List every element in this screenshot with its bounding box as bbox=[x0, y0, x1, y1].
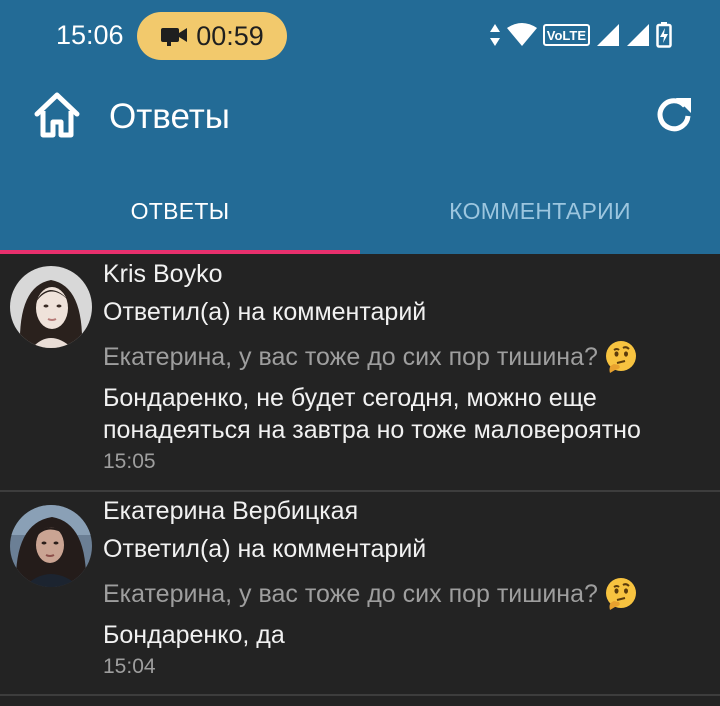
reply-text: Бондаренко, да bbox=[103, 621, 285, 649]
timestamp: 15:05 bbox=[103, 450, 156, 473]
reply-content: Kris Boyko Ответил(а) на комментарий Ека… bbox=[103, 259, 716, 474]
tab-replies[interactable]: ОТВЕТЫ bbox=[0, 168, 360, 254]
avatar[interactable] bbox=[10, 266, 92, 348]
volte-icon: VoLTE bbox=[542, 24, 590, 46]
signal-icon bbox=[627, 24, 649, 46]
list-item[interactable]: Екатерина Вербицкая Ответил(а) на коммен… bbox=[0, 492, 720, 696]
avatar-photo bbox=[10, 266, 92, 348]
thinking-face-emoji bbox=[605, 578, 636, 610]
reply-text: Бондаренко, не будет сегодня, можно еще … bbox=[103, 384, 641, 444]
author-name[interactable]: Kris Boyko bbox=[103, 259, 716, 289]
avatar[interactable] bbox=[10, 505, 92, 587]
thinking-face-emoji bbox=[605, 341, 636, 373]
battery-charging-icon bbox=[656, 22, 672, 48]
timestamp: 15:04 bbox=[103, 655, 156, 678]
status-time: 15:06 bbox=[56, 20, 124, 50]
app-bar: Ответы bbox=[0, 76, 720, 166]
replies-list: Kris Boyko Ответил(а) на комментарий Ека… bbox=[0, 254, 720, 696]
list-item[interactable]: Kris Boyko Ответил(а) на комментарий Ека… bbox=[0, 254, 720, 492]
wifi-icon bbox=[506, 23, 537, 46]
status-icons: VoLTE bbox=[489, 22, 672, 48]
avatar-photo bbox=[10, 505, 92, 587]
quoted-comment: Екатерина, у вас тоже до сих пор тишина? bbox=[103, 340, 716, 374]
home-icon[interactable] bbox=[32, 90, 82, 140]
signal-icon bbox=[597, 24, 619, 46]
refresh-icon[interactable] bbox=[654, 94, 694, 134]
author-name[interactable]: Екатерина Вербицкая bbox=[103, 496, 716, 526]
quoted-text: Екатерина, у вас тоже до сих пор тишина? bbox=[103, 580, 598, 608]
video-camera-icon bbox=[161, 28, 188, 46]
tab-bar: ОТВЕТЫ КОММЕНТАРИИ bbox=[0, 168, 720, 254]
action-text: Ответил(а) на комментарий bbox=[103, 535, 427, 563]
status-bar: 15:06 00:59 VoLTE bbox=[0, 0, 720, 76]
quoted-comment: Екатерина, у вас тоже до сих пор тишина? bbox=[103, 577, 716, 611]
action-text: Ответил(а) на комментарий bbox=[103, 298, 427, 326]
page-title: Ответы bbox=[109, 97, 230, 136]
tab-comments[interactable]: КОММЕНТАРИИ bbox=[360, 168, 720, 254]
screen-recording-pill[interactable]: 00:59 bbox=[137, 12, 287, 60]
reply-content: Екатерина Вербицкая Ответил(а) на коммен… bbox=[103, 496, 716, 679]
top-bar: 15:06 00:59 VoLTE Ответы ОТВЕТЫ КОММЕНТА… bbox=[0, 0, 720, 254]
recording-timer: 00:59 bbox=[196, 20, 264, 51]
quoted-text: Екатерина, у вас тоже до сих пор тишина? bbox=[103, 343, 598, 371]
data-arrows-icon bbox=[489, 24, 500, 46]
